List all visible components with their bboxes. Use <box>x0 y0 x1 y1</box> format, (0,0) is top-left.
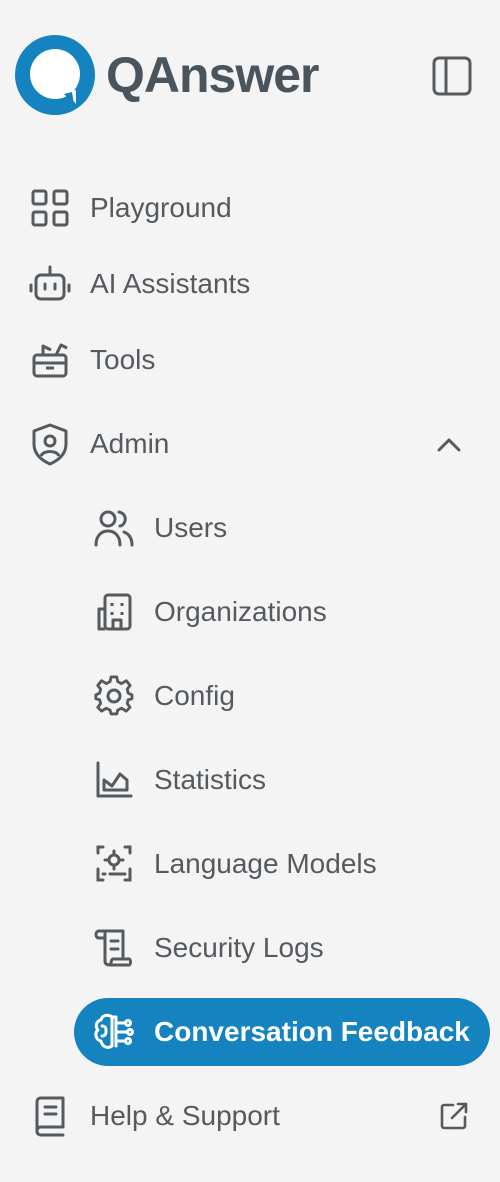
gear-icon <box>86 672 142 720</box>
book-icon <box>22 1092 78 1140</box>
nav-item-admin[interactable]: Admin <box>22 412 169 476</box>
nav-label-ai-assistants: AI Assistants <box>90 268 251 299</box>
brand-name: QAnswer <box>106 47 320 103</box>
robot-icon <box>22 260 78 308</box>
sub-item-config[interactable]: Config <box>86 664 235 728</box>
logo-mark-icon <box>15 35 95 115</box>
nav-item-ai-assistants[interactable]: AI Assistants <box>22 252 250 316</box>
nav-label-help-support: Help & Support <box>90 1100 280 1131</box>
sub-label-conversation-feedback: Conversation Feedback <box>154 1016 470 1047</box>
nav-label-playground: Playground <box>90 192 232 223</box>
collapse-sidebar-button[interactable] <box>428 52 476 100</box>
users-icon <box>86 504 142 552</box>
sub-label-organizations: Organizations <box>154 596 327 627</box>
sub-item-statistics[interactable]: Statistics <box>86 748 266 812</box>
sub-label-security-logs: Security Logs <box>154 932 324 963</box>
sub-item-organizations[interactable]: Organizations <box>86 580 327 644</box>
nav-item-playground[interactable]: Playground <box>22 176 232 240</box>
chevron-up-icon <box>437 438 461 452</box>
sidebar-toggle-icon <box>432 56 472 96</box>
sub-label-users: Users <box>154 512 228 543</box>
sidebar: QAnswer Playground AI Assistants Tools A… <box>0 0 500 1182</box>
sub-item-language-models[interactable]: Language Models <box>86 832 377 896</box>
external-link-button[interactable] <box>436 1098 472 1134</box>
toolbox-icon <box>22 336 78 384</box>
sub-item-security-logs[interactable]: Security Logs <box>86 916 324 980</box>
nav-label-admin: Admin <box>90 428 170 459</box>
server-cog-icon <box>86 840 142 888</box>
scroll-icon <box>86 924 142 972</box>
chart-area-icon <box>86 756 142 804</box>
sub-label-config: Config <box>154 680 235 711</box>
shield-user-icon <box>22 420 78 468</box>
admin-collapse-toggle[interactable] <box>432 428 466 462</box>
sub-item-users[interactable]: Users <box>86 496 227 560</box>
brain-icon <box>86 1008 142 1056</box>
sub-label-language-models: Language Models <box>154 848 377 879</box>
external-link-icon <box>440 1102 468 1130</box>
brand-logo[interactable]: QAnswer <box>14 34 320 116</box>
nav-label-tools: Tools <box>90 344 156 375</box>
nav-item-tools[interactable]: Tools <box>22 328 155 392</box>
sub-label-statistics: Statistics <box>154 764 267 795</box>
nav-item-help-support[interactable]: Help & Support <box>22 1084 280 1148</box>
sub-item-conversation-feedback[interactable]: Conversation Feedback <box>74 998 490 1066</box>
grid-icon <box>22 184 78 232</box>
building-icon <box>86 588 142 636</box>
